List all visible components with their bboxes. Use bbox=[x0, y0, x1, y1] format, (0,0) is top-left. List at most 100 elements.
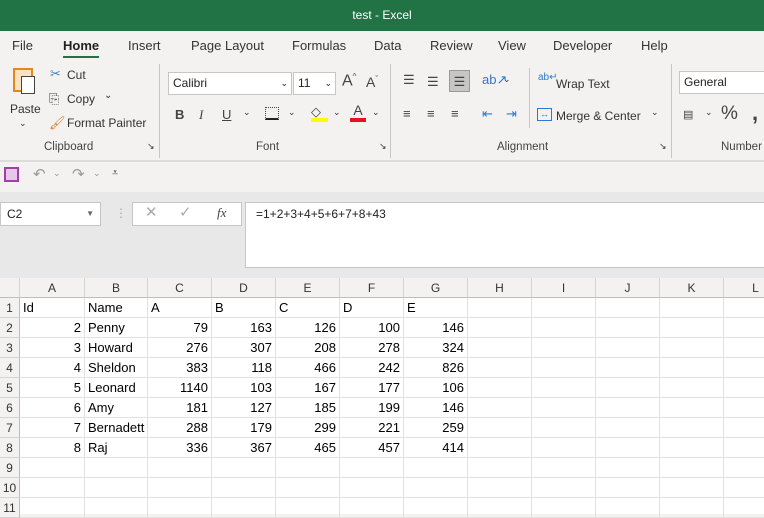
cell-F9[interactable] bbox=[340, 458, 404, 478]
cell-E1[interactable]: C bbox=[276, 298, 340, 318]
cell-I6[interactable] bbox=[532, 398, 596, 418]
row-header-10[interactable]: 10 bbox=[0, 478, 20, 498]
cell-L6[interactable] bbox=[724, 398, 764, 418]
cell-J3[interactable] bbox=[596, 338, 660, 358]
cell-A4[interactable]: 4 bbox=[20, 358, 85, 378]
cell-B2[interactable]: Penny bbox=[85, 318, 148, 338]
cell-H4[interactable] bbox=[468, 358, 532, 378]
format-painter-button[interactable]: Format Painter bbox=[67, 116, 146, 130]
undo-dropdown[interactable]: ⌄ bbox=[53, 168, 61, 179]
worksheet-grid[interactable]: A B C D E F G H I J K L 1 Id Name A B C D E 2 2 Penny 79 163 126 1… bbox=[0, 278, 764, 518]
row-header-2[interactable]: 2 bbox=[0, 318, 20, 338]
cell-C9[interactable] bbox=[148, 458, 212, 478]
cell-L4[interactable] bbox=[724, 358, 764, 378]
cell-L1[interactable] bbox=[724, 298, 764, 318]
row-header-8[interactable]: 8 bbox=[0, 438, 20, 458]
drag-handle-icon[interactable]: ⋮ bbox=[115, 206, 127, 220]
increase-font-size-icon[interactable]: A^ bbox=[342, 72, 356, 90]
cell-I7[interactable] bbox=[532, 418, 596, 438]
fill-color-icon[interactable]: ◇ bbox=[311, 104, 328, 122]
cell-E6[interactable]: 185 bbox=[276, 398, 340, 418]
cell-K3[interactable] bbox=[660, 338, 724, 358]
top-align-icon[interactable]: ☰ bbox=[403, 72, 415, 88]
number-format-dropdown[interactable]: General bbox=[679, 71, 764, 94]
cell-E8[interactable]: 465 bbox=[276, 438, 340, 458]
cell-L11[interactable] bbox=[724, 498, 764, 518]
cell-B4[interactable]: Sheldon bbox=[85, 358, 148, 378]
dialog-launcher-icon[interactable]: ↘ bbox=[379, 141, 387, 152]
cell-G7[interactable]: 259 bbox=[404, 418, 468, 438]
column-header-K[interactable]: K bbox=[660, 278, 724, 298]
cell-H2[interactable] bbox=[468, 318, 532, 338]
cell-E5[interactable]: 167 bbox=[276, 378, 340, 398]
increase-indent-icon[interactable]: ⇥ bbox=[506, 106, 517, 122]
cell-L5[interactable] bbox=[724, 378, 764, 398]
cell-E11[interactable] bbox=[276, 498, 340, 518]
cell-E2[interactable]: 126 bbox=[276, 318, 340, 338]
cell-I2[interactable] bbox=[532, 318, 596, 338]
paste-button[interactable]: Paste ⌄ bbox=[8, 66, 42, 132]
cell-A2[interactable]: 2 bbox=[20, 318, 85, 338]
cell-E7[interactable]: 299 bbox=[276, 418, 340, 438]
cell-I1[interactable] bbox=[532, 298, 596, 318]
cell-G1[interactable]: E bbox=[404, 298, 468, 318]
cell-F11[interactable] bbox=[340, 498, 404, 518]
cell-K7[interactable] bbox=[660, 418, 724, 438]
row-header-4[interactable]: 4 bbox=[0, 358, 20, 378]
cell-K4[interactable] bbox=[660, 358, 724, 378]
cell-B11[interactable] bbox=[85, 498, 148, 518]
cell-C7[interactable]: 288 bbox=[148, 418, 212, 438]
middle-align-icon[interactable]: ☰ bbox=[427, 74, 439, 90]
cell-I11[interactable] bbox=[532, 498, 596, 518]
row-header-9[interactable]: 9 bbox=[0, 458, 20, 478]
cell-J1[interactable] bbox=[596, 298, 660, 318]
cell-E9[interactable] bbox=[276, 458, 340, 478]
italic-button[interactable]: I bbox=[199, 107, 203, 123]
column-header-H[interactable]: H bbox=[468, 278, 532, 298]
cell-J10[interactable] bbox=[596, 478, 660, 498]
decrease-indent-icon[interactable]: ⇤ bbox=[482, 106, 493, 122]
copy-dropdown[interactable]: ⌄ bbox=[104, 90, 112, 101]
accounting-dropdown[interactable]: ⌄ bbox=[705, 107, 713, 118]
merge-dropdown[interactable]: ⌄ bbox=[651, 107, 659, 118]
cell-L8[interactable] bbox=[724, 438, 764, 458]
cell-A9[interactable] bbox=[20, 458, 85, 478]
cut-button[interactable]: Cut bbox=[67, 68, 86, 82]
cell-C6[interactable]: 181 bbox=[148, 398, 212, 418]
cell-K2[interactable] bbox=[660, 318, 724, 338]
cell-K1[interactable] bbox=[660, 298, 724, 318]
cell-J7[interactable] bbox=[596, 418, 660, 438]
cell-J5[interactable] bbox=[596, 378, 660, 398]
column-header-E[interactable]: E bbox=[276, 278, 340, 298]
cell-A11[interactable] bbox=[20, 498, 85, 518]
column-header-G[interactable]: G bbox=[404, 278, 468, 298]
cell-K8[interactable] bbox=[660, 438, 724, 458]
cell-J9[interactable] bbox=[596, 458, 660, 478]
tab-formulas[interactable]: Formulas bbox=[292, 38, 346, 53]
accounting-format-icon[interactable]: ▤ bbox=[683, 108, 693, 121]
cell-L10[interactable] bbox=[724, 478, 764, 498]
align-right-icon[interactable]: ≡ bbox=[451, 106, 459, 121]
font-size-dropdown[interactable]: 11 ⌄ bbox=[293, 72, 336, 95]
cell-D2[interactable]: 163 bbox=[212, 318, 276, 338]
cell-L9[interactable] bbox=[724, 458, 764, 478]
tab-help[interactable]: Help bbox=[641, 38, 668, 53]
cell-H9[interactable] bbox=[468, 458, 532, 478]
cell-L2[interactable] bbox=[724, 318, 764, 338]
cell-D3[interactable]: 307 bbox=[212, 338, 276, 358]
cell-J8[interactable] bbox=[596, 438, 660, 458]
cell-F4[interactable]: 242 bbox=[340, 358, 404, 378]
cell-F7[interactable]: 221 bbox=[340, 418, 404, 438]
cell-F10[interactable] bbox=[340, 478, 404, 498]
column-header-C[interactable]: C bbox=[148, 278, 212, 298]
cell-G2[interactable]: 146 bbox=[404, 318, 468, 338]
cell-H10[interactable] bbox=[468, 478, 532, 498]
cell-F6[interactable]: 199 bbox=[340, 398, 404, 418]
cell-B6[interactable]: Amy bbox=[85, 398, 148, 418]
cell-H1[interactable] bbox=[468, 298, 532, 318]
dialog-launcher-icon[interactable]: ↘ bbox=[147, 141, 155, 152]
column-header-F[interactable]: F bbox=[340, 278, 404, 298]
tab-view[interactable]: View bbox=[498, 38, 526, 53]
bold-button[interactable]: B bbox=[175, 107, 184, 122]
cell-B7[interactable]: Bernadett bbox=[85, 418, 148, 438]
